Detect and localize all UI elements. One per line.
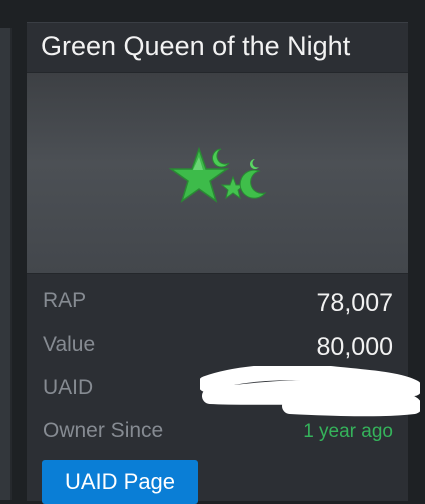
- adjacent-card-border: [10, 28, 12, 500]
- rap-row: RAP 78,007: [43, 289, 393, 323]
- value-label: Value: [43, 333, 96, 356]
- uaid-page-button[interactable]: UAID Page: [42, 460, 198, 504]
- rap-label: RAP: [43, 289, 87, 312]
- value-row: Value 80,000: [43, 333, 393, 367]
- uaid-label: UAID: [43, 376, 94, 399]
- owner-since-label: Owner Since: [43, 419, 164, 442]
- rap-value: 78,007: [316, 289, 393, 317]
- value-value: 80,000: [316, 333, 393, 361]
- owner-since-value: 1 year ago: [303, 421, 393, 442]
- owner-since-row: Owner Since 1 year ago: [43, 419, 393, 453]
- item-card: Green Queen of the Night RAP 78,007 Valu…: [27, 22, 408, 504]
- item-title: Green Queen of the Night: [41, 31, 351, 61]
- green-stars-and-moons-icon: [168, 146, 267, 203]
- adjacent-card-edge: [0, 28, 10, 500]
- redaction-scribble: [200, 366, 420, 417]
- item-image-area: [27, 72, 408, 274]
